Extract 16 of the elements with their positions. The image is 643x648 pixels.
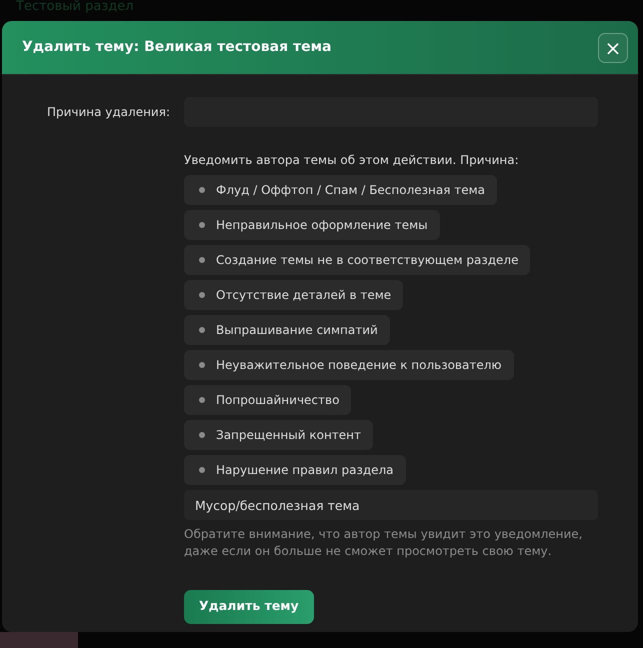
close-button[interactable]: × <box>598 32 628 62</box>
field-label: Причина удаления: <box>46 104 171 121</box>
reason-option[interactable]: Флуд / Оффтоп / Спам / Бесполезная тема <box>184 175 498 205</box>
notify-label: Уведомить автора темы об этом действии. Причина: <box>184 152 520 169</box>
message-input-field[interactable]: Мусор/бесполезная тема <box>184 490 598 520</box>
reason-option[interactable]: Неправильное оформление темы <box>184 210 440 240</box>
modal-title: Удалить тему: Великая тестовая тема <box>22 38 332 57</box>
reason-option[interactable]: Выпрашивание симпатий <box>184 315 390 345</box>
delete-topic-button[interactable]: Удалить тему <box>184 590 314 624</box>
reason-option[interactable]: Запрещенный контент <box>184 420 374 450</box>
notice-text: Обратите внимание, что автор темы увидит это уведомление, даже если он больше не сможет просмотреть свою тему. <box>184 526 584 560</box>
reason-option[interactable]: Попрошайничество <box>184 385 352 415</box>
reason-option[interactable]: Нарушение правил раздела <box>184 455 406 485</box>
reason-option[interactable]: Неуважительное поведение к пользователю <box>184 350 514 380</box>
reason-option[interactable]: Отсутствие деталей в теме <box>184 280 404 310</box>
reason-option[interactable]: Создание темы не в соответствующем разделе <box>184 245 530 275</box>
